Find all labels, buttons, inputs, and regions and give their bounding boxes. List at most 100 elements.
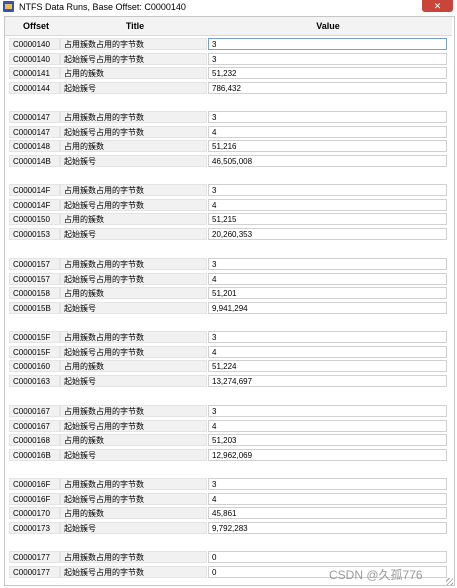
title-cell: 起始簇号 bbox=[60, 227, 207, 240]
column-header-value[interactable]: Value bbox=[209, 17, 447, 35]
table-row[interactable]: C000015B 起始簇号 9,941,294 bbox=[9, 301, 449, 315]
table-row[interactable]: C0000168 占用的簇数 51,203 bbox=[9, 434, 449, 447]
title-cell: 占用簇数占用的字节数 bbox=[60, 111, 207, 123]
value-field[interactable]: 51,232 bbox=[208, 67, 447, 79]
offset-cell: C000016B bbox=[9, 448, 60, 461]
title-cell: 占用簇数占用的字节数 bbox=[60, 184, 207, 196]
table-row[interactable]: C0000150 占用的簇数 51,215 bbox=[9, 213, 449, 226]
watermark: CSDN @久孤776 bbox=[329, 568, 423, 582]
table-row[interactable]: C0000147 占用簇数占用的字节数 3 bbox=[9, 111, 449, 124]
table-row[interactable]: C0000144 起始簇号 786,432 bbox=[9, 81, 449, 95]
title-cell: 占用簇数占用的字节数 bbox=[60, 38, 207, 50]
value-field[interactable]: 4 bbox=[208, 125, 447, 138]
value-field[interactable]: 9,941,294 bbox=[208, 301, 447, 314]
value-field[interactable]: 3 bbox=[208, 52, 447, 65]
value-field[interactable]: 3 bbox=[208, 258, 447, 270]
title-cell: 占用簇数占用的字节数 bbox=[60, 551, 207, 563]
table-row[interactable]: C0000153 起始簇号 20,260,353 bbox=[9, 227, 449, 241]
offset-cell: C0000148 bbox=[9, 140, 60, 152]
value-field[interactable]: 51,201 bbox=[208, 287, 447, 299]
value-field[interactable]: 3 bbox=[208, 478, 447, 490]
offset-cell: C000015F bbox=[9, 345, 60, 358]
table-row[interactable]: C0000141 占用的簇数 51,232 bbox=[9, 67, 449, 80]
table-row[interactable]: C0000173 起始簇号 9,792,283 bbox=[9, 521, 449, 535]
value-field[interactable]: 46,505,008 bbox=[208, 154, 447, 167]
offset-cell: C0000168 bbox=[9, 434, 60, 446]
value-field[interactable]: 51,216 bbox=[208, 140, 447, 152]
value-field[interactable]: 45,861 bbox=[208, 507, 447, 519]
value-field[interactable]: 3 bbox=[208, 405, 447, 417]
table-row[interactable]: C0000157 占用簇数占用的字节数 3 bbox=[9, 258, 449, 271]
table-header: Offset Title Value bbox=[5, 17, 452, 36]
title-cell: 起始簇号 bbox=[60, 521, 207, 534]
table-row[interactable]: C0000147 起始簇号占用的字节数 4 bbox=[9, 125, 449, 139]
value-field[interactable]: 786,432 bbox=[208, 81, 447, 94]
table-row[interactable]: C0000140 起始簇号占用的字节数 3 bbox=[9, 52, 449, 66]
title-cell: 起始簇号占用的字节数 bbox=[60, 52, 207, 65]
table-row[interactable]: C000016F 占用簇数占用的字节数 3 bbox=[9, 478, 449, 491]
offset-cell: C000014B bbox=[9, 154, 60, 167]
table-row[interactable]: C0000167 起始簇号占用的字节数 4 bbox=[9, 419, 449, 433]
offset-cell: C0000140 bbox=[9, 38, 60, 50]
table-row[interactable]: C000016F 起始簇号占用的字节数 4 bbox=[9, 492, 449, 506]
value-field[interactable]: 51,215 bbox=[208, 213, 447, 225]
title-cell: 起始簇号占用的字节数 bbox=[60, 565, 207, 578]
title-cell: 起始簇号 bbox=[60, 301, 207, 314]
title-cell: 占用的簇数 bbox=[60, 507, 207, 519]
title-cell: 占用簇数占用的字节数 bbox=[60, 405, 207, 417]
table-row[interactable]: C0000177 占用簇数占用的字节数 0 bbox=[9, 551, 449, 564]
table-row[interactable]: C0000163 起始簇号 13,274,697 bbox=[9, 374, 449, 388]
table-row[interactable]: C000014B 起始簇号 46,505,008 bbox=[9, 154, 449, 168]
table-row[interactable]: C000015F 起始簇号占用的字节数 4 bbox=[9, 345, 449, 359]
table-row[interactable]: C0000170 占用的簇数 45,861 bbox=[9, 507, 449, 520]
table-row[interactable]: C000014F 起始簇号占用的字节数 4 bbox=[9, 198, 449, 212]
title-cell: 占用的簇数 bbox=[60, 67, 207, 79]
offset-cell: C0000150 bbox=[9, 213, 60, 225]
app-icon bbox=[3, 1, 14, 12]
title-cell: 占用的簇数 bbox=[60, 434, 207, 446]
close-button[interactable]: ✕ bbox=[422, 0, 453, 12]
value-field[interactable]: 4 bbox=[208, 198, 447, 211]
value-field[interactable]: 3 bbox=[208, 331, 447, 343]
table-row[interactable]: C000015F 占用簇数占用的字节数 3 bbox=[9, 331, 449, 344]
value-field[interactable]: 3 bbox=[208, 38, 447, 50]
value-field[interactable]: 4 bbox=[208, 272, 447, 285]
table-row[interactable]: C0000160 占用的簇数 51,224 bbox=[9, 360, 449, 373]
value-field[interactable]: 4 bbox=[208, 492, 447, 505]
value-field[interactable]: 51,203 bbox=[208, 434, 447, 446]
resize-grip[interactable] bbox=[446, 578, 453, 585]
offset-cell: C0000147 bbox=[9, 111, 60, 123]
value-field[interactable]: 4 bbox=[208, 419, 447, 432]
table-row[interactable]: C000014F 占用簇数占用的字节数 3 bbox=[9, 184, 449, 197]
offset-cell: C000014F bbox=[9, 198, 60, 211]
offset-cell: C0000170 bbox=[9, 507, 60, 519]
table-row[interactable]: C0000140 占用簇数占用的字节数 3 bbox=[9, 38, 449, 51]
value-field[interactable]: 0 bbox=[208, 551, 447, 563]
offset-cell: C000015B bbox=[9, 301, 60, 314]
offset-cell: C000015F bbox=[9, 331, 60, 343]
value-field[interactable]: 20,260,353 bbox=[208, 227, 447, 240]
table-row[interactable]: C0000157 起始簇号占用的字节数 4 bbox=[9, 272, 449, 286]
table-row[interactable]: C0000158 占用的簇数 51,201 bbox=[9, 287, 449, 300]
title-cell: 占用簇数占用的字节数 bbox=[60, 258, 207, 270]
table-row[interactable]: C0000167 占用簇数占用的字节数 3 bbox=[9, 405, 449, 418]
title-cell: 起始簇号占用的字节数 bbox=[60, 492, 207, 505]
offset-cell: C0000157 bbox=[9, 272, 60, 285]
title-cell: 占用簇数占用的字节数 bbox=[60, 331, 207, 343]
value-field[interactable]: 13,274,697 bbox=[208, 374, 447, 387]
value-field[interactable]: 51,224 bbox=[208, 360, 447, 372]
value-field[interactable]: 3 bbox=[208, 111, 447, 123]
value-field[interactable]: 12,962,069 bbox=[208, 448, 447, 461]
table-row[interactable]: C000016B 起始簇号 12,962,069 bbox=[9, 448, 449, 462]
offset-cell: C0000144 bbox=[9, 81, 60, 94]
value-field[interactable]: 4 bbox=[208, 345, 447, 358]
offset-cell: C0000163 bbox=[9, 374, 60, 387]
column-header-title[interactable]: Title bbox=[61, 17, 209, 35]
offset-cell: C0000141 bbox=[9, 67, 60, 79]
value-field[interactable]: 9,792,283 bbox=[208, 521, 447, 534]
column-header-offset[interactable]: Offset bbox=[11, 17, 61, 35]
table-row[interactable]: C0000148 占用的簇数 51,216 bbox=[9, 140, 449, 153]
value-field[interactable]: 3 bbox=[208, 184, 447, 196]
title-cell: 占用的簇数 bbox=[60, 213, 207, 225]
offset-cell: C000016F bbox=[9, 478, 60, 490]
